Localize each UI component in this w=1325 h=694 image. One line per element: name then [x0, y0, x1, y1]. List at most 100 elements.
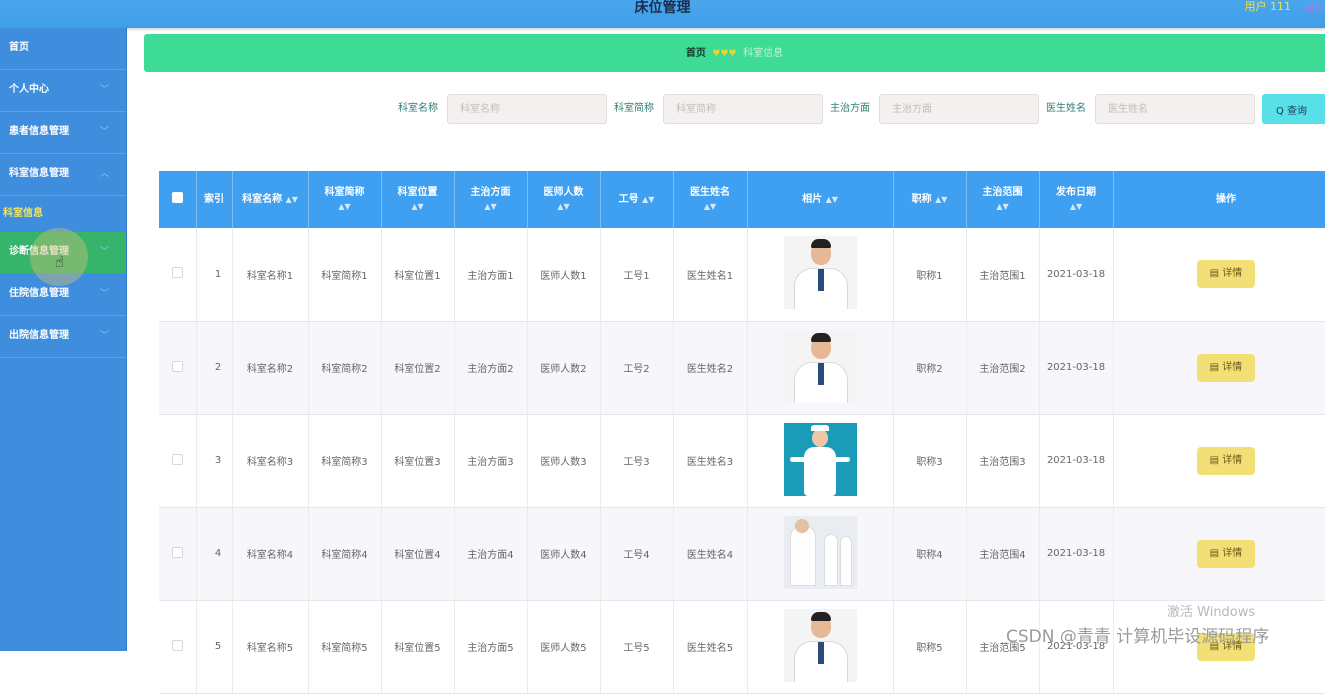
cell-staff-no: 工号1	[600, 228, 674, 322]
doctor-name-input[interactable]	[1095, 94, 1255, 124]
cell-doctor-name: 医生姓名5	[673, 600, 748, 694]
cell-doctor-count: 医师人数3	[527, 414, 601, 508]
sidebar-item-inpatient-info[interactable]: 住院信息管理 ﹀	[0, 274, 126, 316]
cell-doctor-name: 医生姓名4	[673, 507, 748, 601]
column-header[interactable]: 职称 ▲▼	[893, 171, 967, 228]
cell-title: 职称2	[893, 321, 967, 415]
cell-dept-location: 科室位置2	[381, 321, 455, 415]
detail-button[interactable]: ▤ 详情	[1197, 539, 1255, 568]
column-header[interactable]: 科室位置 ▲▼	[381, 171, 455, 228]
doctor-photo	[783, 236, 857, 310]
cell-dept-name: 科室名称2	[232, 321, 309, 415]
search-button[interactable]: Q 查询	[1262, 94, 1325, 124]
table-row: 4 科室名称4 科室简称4 科室位置4 主治方面4 医师人数4 工号4 医生姓名…	[159, 507, 1325, 601]
row-checkbox[interactable]	[159, 228, 197, 322]
sidebar-item-discharge-info[interactable]: 出院信息管理 ﹀	[0, 316, 126, 358]
doctor-photo	[783, 329, 857, 403]
cell-date: 2021-03-18	[1039, 507, 1114, 601]
row-checkbox[interactable]	[159, 600, 197, 694]
detail-button[interactable]: ▤ 详情	[1197, 446, 1255, 475]
column-header[interactable]: 工号 ▲▼	[600, 171, 674, 228]
column-header[interactable]: 科室名称 ▲▼	[232, 171, 309, 228]
table-header-row: 索引 科室名称 ▲▼ 科室简称 ▲▼ 科室位置 ▲▼ 主治方面 ▲▼ 医师人数 ▲▼ 工…	[159, 171, 1325, 228]
cell-photo	[747, 600, 894, 694]
column-header[interactable]: 医生姓名 ▲▼	[673, 171, 748, 228]
cell-staff-no: 工号4	[600, 507, 674, 601]
cell-actions: ▤ 详情	[1113, 507, 1325, 601]
search-label-focus: 主治方面	[830, 103, 870, 114]
sort-icon[interactable]: ▲▼	[704, 202, 716, 211]
page-title: 床位管理	[634, 0, 691, 16]
cell-actions: ▤ 详情	[1113, 321, 1325, 415]
windows-activation-watermark: 激活 Windows	[1167, 605, 1256, 620]
cell-actions: ▤ 详情	[1113, 228, 1325, 322]
sort-icon[interactable]: ▲▼	[1070, 202, 1082, 211]
cell-focus: 主治方面2	[454, 321, 528, 415]
sidebar-item-label: 出院信息管理	[9, 330, 69, 341]
cell-photo	[747, 414, 894, 508]
cell-actions: ▤ 详情	[1113, 414, 1325, 508]
user-name: 用户 111	[1244, 0, 1292, 13]
sort-icon[interactable]: ▲▼	[411, 202, 423, 211]
cell-scope: 主治范围1	[966, 228, 1040, 322]
logout-link[interactable]: 退出	[1303, 0, 1325, 14]
cell-focus: 主治方面4	[454, 507, 528, 601]
cell-dept-short: 科室简称3	[308, 414, 382, 508]
sidebar-subitem-department[interactable]: 科室信息	[0, 196, 126, 232]
cell-doctor-count: 医师人数1	[527, 228, 601, 322]
column-header[interactable]: 发布日期 ▲▼	[1039, 171, 1114, 228]
column-header[interactable]: 医师人数 ▲▼	[527, 171, 601, 228]
sidebar-item-label: 科室信息管理	[9, 168, 69, 179]
detail-button[interactable]: ▤ 详情	[1197, 353, 1255, 382]
cell-index: 3	[196, 414, 233, 508]
detail-button[interactable]: ▤ 详情	[1197, 260, 1255, 289]
focus-input[interactable]	[879, 94, 1039, 124]
sidebar-item-label: 科室信息	[3, 208, 43, 219]
breadcrumb: 首页 ♥♥♥ 科室信息	[144, 34, 1325, 72]
cell-dept-location: 科室位置3	[381, 414, 455, 508]
cell-focus: 主治方面3	[454, 414, 528, 508]
cell-dept-short: 科室简称5	[308, 600, 382, 694]
sidebar-item-home[interactable]: 首页	[0, 28, 126, 70]
cell-title: 职称5	[893, 600, 967, 694]
cell-index: 2	[196, 321, 233, 415]
cell-dept-name: 科室名称1	[232, 228, 309, 322]
table-row: 2 科室名称2 科室简称2 科室位置2 主治方面2 医师人数2 工号2 医生姓名…	[159, 321, 1325, 415]
sort-icon[interactable]: ▲▼	[557, 202, 569, 211]
cell-dept-short: 科室简称4	[308, 507, 382, 601]
column-header: 索引	[196, 171, 233, 228]
cell-staff-no: 工号5	[600, 600, 674, 694]
column-header[interactable]: 主治方面 ▲▼	[454, 171, 528, 228]
sidebar-item-department-info[interactable]: 科室信息管理 ︿	[0, 154, 126, 196]
cell-doctor-name: 医生姓名2	[673, 321, 748, 415]
sort-icon[interactable]: ▲▼	[935, 195, 947, 204]
csdn-watermark: CSDN @青青 计算机毕设源码程序	[1006, 627, 1270, 647]
row-checkbox[interactable]	[159, 414, 197, 508]
dept-short-input[interactable]	[663, 94, 823, 124]
sort-icon[interactable]: ▲▼	[286, 195, 298, 204]
column-header[interactable]: 主治范围 ▲▼	[966, 171, 1040, 228]
chevron-down-icon: ﹀	[99, 331, 109, 341]
chevron-down-icon: ﹀	[99, 247, 109, 257]
column-header[interactable]: 科室简称 ▲▼	[308, 171, 382, 228]
select-all-checkbox[interactable]	[159, 171, 197, 228]
cell-title: 职称4	[893, 507, 967, 601]
column-header[interactable]: 相片 ▲▼	[747, 171, 894, 228]
cell-doctor-count: 医师人数2	[527, 321, 601, 415]
sort-icon[interactable]: ▲▼	[826, 195, 838, 204]
sort-icon[interactable]: ▲▼	[996, 202, 1008, 211]
cell-doctor-count: 医师人数5	[527, 600, 601, 694]
row-checkbox[interactable]	[159, 507, 197, 601]
dept-name-input[interactable]	[447, 94, 607, 124]
sort-icon[interactable]: ▲▼	[642, 195, 654, 204]
row-checkbox[interactable]	[159, 321, 197, 415]
cell-index: 4	[196, 507, 233, 601]
department-table: 索引 科室名称 ▲▼ 科室简称 ▲▼ 科室位置 ▲▼ 主治方面 ▲▼ 医师人数 ▲▼ 工…	[159, 171, 1325, 694]
sort-icon[interactable]: ▲▼	[338, 202, 350, 211]
nurse-photo	[783, 422, 857, 496]
sort-icon[interactable]: ▲▼	[484, 202, 496, 211]
heart-icon: ♥♥♥	[712, 49, 737, 59]
breadcrumb-home[interactable]: 首页	[686, 48, 706, 59]
cell-date: 2021-03-18	[1039, 414, 1114, 508]
cell-dept-location: 科室位置4	[381, 507, 455, 601]
